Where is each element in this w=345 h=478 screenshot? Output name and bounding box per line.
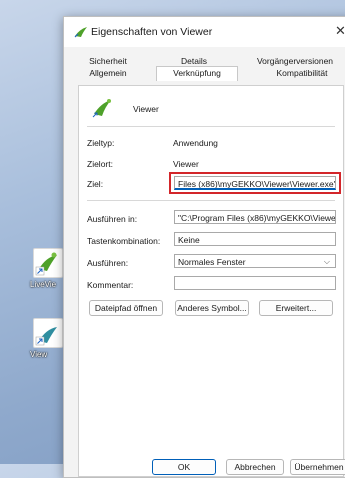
abbrechen-button[interactable]: Abbrechen [226, 459, 284, 475]
zieltyp-label: Zieltyp: [87, 138, 115, 148]
liveview-app-icon [33, 248, 63, 278]
ausfuehren-select-value: Normales Fenster [178, 257, 246, 267]
properties-dialog: Eigenschaften von Viewer ✕ Sicherheit De… [63, 16, 345, 478]
ausfuehren-in-field[interactable]: "C:\Program Files (x86)\myGEKKO\Viewer" [174, 210, 336, 224]
anderes-symbol-button[interactable]: Anderes Symbol... [175, 300, 249, 316]
tab-vorgaengerversionen[interactable]: Vorgängerversionen [246, 55, 344, 67]
separator [87, 200, 335, 201]
erweitert-button[interactable]: Erweitert... [259, 300, 333, 316]
ziel-label: Ziel: [87, 179, 104, 189]
desktop-icon-label: LiveVie [30, 280, 57, 289]
kommentar-field[interactable] [174, 276, 336, 290]
uebernehmen-button[interactable]: Übernehmen [290, 459, 345, 475]
tastenkombination-label: Tastenkombination: [87, 236, 161, 246]
tab-strip: Sicherheit Details Vorgängerversionen Al… [78, 53, 344, 87]
zieltyp-value: Anwendung [173, 138, 218, 148]
shortcut-icon [91, 98, 113, 118]
ausfuehren-label: Ausführen: [87, 258, 129, 268]
tastenkombination-field[interactable]: Keine [174, 232, 336, 246]
kommentar-label: Kommentar: [87, 280, 134, 290]
close-button[interactable]: ✕ [335, 23, 345, 39]
shortcut-name: Viewer [133, 104, 159, 114]
dateipfad-oeffnen-button[interactable]: Dateipfad öffnen [89, 300, 163, 316]
desktop-icon-label: View [30, 350, 48, 359]
highlight-box [169, 172, 341, 194]
viewer-app-icon [74, 26, 88, 38]
tab-sicherheit[interactable]: Sicherheit [78, 55, 138, 67]
title-bar[interactable]: Eigenschaften von Viewer ✕ [64, 17, 345, 47]
ausfuehren-select[interactable]: Normales Fenster ⌵ [174, 254, 336, 268]
window-title: Eigenschaften von Viewer [91, 26, 213, 38]
zielort-label: Zielort: [87, 159, 113, 169]
tab-verknuepfung[interactable]: Verknüpfung [156, 66, 238, 81]
ok-button[interactable]: OK [152, 459, 216, 475]
separator [87, 126, 335, 127]
ausfuehren-in-label: Ausführen in: [87, 214, 138, 224]
zielort-value: Viewer [173, 159, 199, 169]
shortcut-panel: Viewer Zieltyp: Anwendung Zielort: Viewe… [78, 85, 344, 477]
tab-allgemein[interactable]: Allgemein [78, 67, 138, 79]
tab-kompatibilitaet[interactable]: Kompatibilität [262, 67, 342, 79]
viewer-app-icon [33, 318, 63, 348]
desktop-icon-viewer[interactable]: View [30, 318, 66, 359]
chevron-down-icon: ⌵ [323, 257, 330, 266]
desktop-icon-liveview[interactable]: LiveVie [30, 248, 66, 289]
